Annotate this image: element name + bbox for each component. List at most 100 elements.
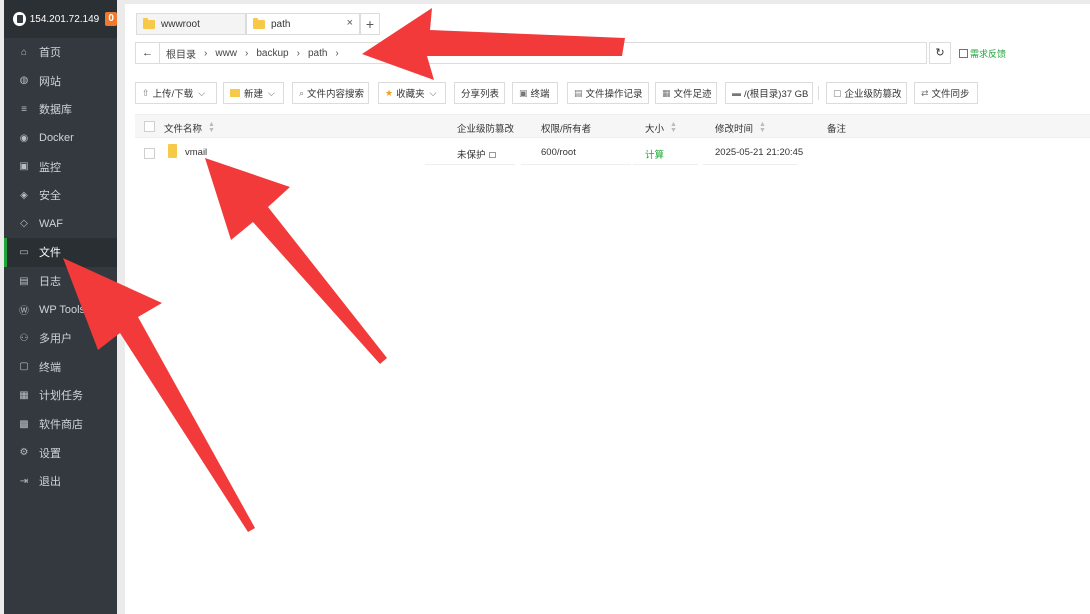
file-sync-label: 文件同步 — [931, 89, 970, 100]
add-tab-button[interactable]: + — [360, 13, 380, 35]
sidebar-item-15[interactable]: ⇥ 退出 — [4, 467, 117, 496]
footprint-button[interactable]: ▦ 文件足迹 — [655, 82, 717, 104]
sidebar-item-label: 软件商店 — [39, 419, 83, 432]
log-icon: ▤ — [574, 87, 583, 98]
tab-wwwroot[interactable]: wwwroot — [136, 13, 246, 35]
toolbar-divider — [818, 86, 819, 100]
tamper-label: 企业级防篡改 — [844, 89, 902, 100]
operation-log-label: 文件操作记录 — [585, 89, 643, 100]
sidebar-item-2[interactable]: ≡ 数据库 — [4, 95, 117, 124]
chevron-down-icon: ⌵ — [429, 87, 437, 98]
col-name-header[interactable]: 文件名称 ▲ ▼ — [164, 121, 215, 135]
address-bar[interactable]: ← 根目录 › www › backup › path › — [135, 42, 927, 64]
calendar-icon: ▦ — [19, 389, 29, 401]
tab-label: wwwroot — [161, 18, 200, 30]
tab-bar: wwwroot path × + — [125, 4, 1090, 36]
sidebar-item-6[interactable]: ◇ WAF — [4, 210, 117, 239]
col-note-header: 备注 — [827, 121, 846, 135]
disk-button[interactable]: ▬ /(根目录)37 GB — [725, 82, 813, 104]
logo-icon — [13, 12, 26, 26]
sidebar-item-label: WAF — [39, 217, 64, 230]
sidebar-item-5[interactable]: ◈ 安全 — [4, 181, 117, 210]
content-search-button[interactable]: ⌕ 文件内容搜索 — [292, 82, 369, 104]
feedback-link[interactable]: 需求反馈 — [959, 47, 1006, 60]
sidebar-item-label: 计划任务 — [39, 390, 83, 403]
operation-log-button[interactable]: ▤ 文件操作记录 — [567, 82, 649, 104]
upload-icon: ⇧ — [142, 87, 150, 98]
folder-icon — [143, 17, 155, 29]
shield-icon: ◈ — [20, 189, 28, 201]
sidebar-item-label: 安全 — [39, 190, 61, 203]
file-name-link[interactable]: vmail — [185, 147, 207, 158]
wordpress-icon: Ⓦ — [19, 306, 29, 318]
col-size-label: 大小 — [645, 124, 665, 135]
favorites-button[interactable]: ★ 收藏夹 ⌵ — [378, 82, 446, 104]
refresh-button[interactable]: ↻ — [929, 42, 951, 64]
sidebar-item-label: 日志 — [39, 276, 61, 289]
new-folder-icon — [230, 89, 240, 97]
breadcrumb-label: backup — [256, 47, 289, 59]
col-note-label: 备注 — [827, 124, 847, 135]
row-checkbox[interactable] — [144, 148, 155, 159]
lock-icon — [488, 152, 496, 159]
sidebar-item-3[interactable]: ◉ Docker — [4, 124, 117, 153]
terminal-button[interactable]: ▣ 终端 — [512, 82, 558, 104]
breadcrumb-item[interactable]: backup › — [256, 46, 300, 61]
file-sync-button[interactable]: ⇄ 文件同步 — [914, 82, 978, 104]
sidebar-item-10[interactable]: ⚇ 多用户 — [4, 324, 117, 353]
col-protect-header: 企业级防篡改 — [457, 121, 514, 135]
col-size-header[interactable]: 大小 ▲ ▼ — [645, 121, 677, 135]
home-icon: ⌂ — [20, 46, 28, 58]
sidebar-item-label: WP Tools — [39, 303, 86, 316]
col-perm-label: 权限/所有者 — [541, 124, 592, 135]
tamper-protection-button[interactable]: ▢ 企业级防篡改 — [826, 82, 907, 104]
sidebar-item-14[interactable]: ⚙ 设置 — [4, 438, 117, 467]
sidebar-item-0[interactable]: ⌂ 首页 — [4, 38, 117, 67]
footprint-label: 文件足迹 — [673, 89, 712, 100]
row-divider — [633, 164, 698, 165]
sidebar-item-11[interactable]: ▢ 终端 — [4, 353, 117, 382]
share-list-button[interactable]: 分享列表 — [454, 82, 505, 104]
share-list-label: 分享列表 — [461, 89, 500, 100]
col-mtime-header[interactable]: 修改时间 ▲ ▼ — [715, 121, 766, 135]
sidebar-item-9[interactable]: Ⓦ WP Tools — [4, 295, 117, 324]
modified-time: 2025-05-21 21:20:45 — [715, 147, 804, 158]
globe-icon: ◍ — [19, 75, 29, 87]
calculate-size-link[interactable]: 计算 — [645, 147, 664, 161]
sidebar-item-4[interactable]: ▣ 监控 — [4, 152, 117, 181]
feedback-icon — [959, 49, 968, 58]
sidebar-item-12[interactable]: ▦ 计划任务 — [4, 381, 117, 410]
sidebar-header: 154.201.72.149 0 — [4, 0, 117, 38]
breadcrumb-item[interactable]: path › — [308, 46, 339, 61]
new-button[interactable]: 新建 ⌵ — [223, 82, 284, 104]
back-button[interactable]: ← — [136, 43, 160, 63]
chevron-down-icon: ⌵ — [268, 87, 275, 98]
sort-icon: ▲ ▼ — [208, 121, 215, 134]
upload-label: 上传/下载 — [152, 89, 194, 100]
upload-download-button[interactable]: ⇧ 上传/下载 ⌵ — [135, 82, 217, 104]
terminal-icon: ▢ — [19, 361, 29, 373]
col-perm-header: 权限/所有者 — [541, 121, 591, 135]
sidebar-item-7[interactable]: ▭ 文件 — [4, 238, 117, 267]
permission-link[interactable]: 600/root — [541, 147, 576, 158]
disk-label: /(根目录)37 GB — [744, 89, 809, 100]
sidebar-item-label: 首页 — [39, 47, 61, 60]
sidebar-item-8[interactable]: ▤ 日志 — [4, 267, 117, 296]
select-all-checkbox[interactable] — [144, 121, 155, 132]
row-divider — [521, 164, 631, 165]
users-icon: ⚇ — [19, 332, 29, 344]
breadcrumb-item[interactable]: 根目录 › — [166, 46, 207, 61]
gear-icon: ⚙ — [19, 447, 29, 459]
breadcrumb-label: www — [215, 47, 238, 59]
footprint-icon: ▦ — [662, 87, 671, 98]
chevron-right-icon: › — [296, 47, 300, 59]
close-icon[interactable]: × — [347, 17, 353, 29]
sidebar-item-1[interactable]: ◍ 网站 — [4, 67, 117, 96]
sidebar-item-13[interactable]: ▩ 软件商店 — [4, 410, 117, 439]
breadcrumb-item[interactable]: www › — [215, 46, 248, 61]
breadcrumb-label: path — [307, 47, 328, 59]
protect-status[interactable]: 未保护 — [457, 147, 496, 161]
tab-path[interactable]: path × — [246, 13, 360, 35]
sidebar-item-label: 数据库 — [39, 104, 72, 117]
notification-badge[interactable]: 0 — [105, 12, 117, 26]
